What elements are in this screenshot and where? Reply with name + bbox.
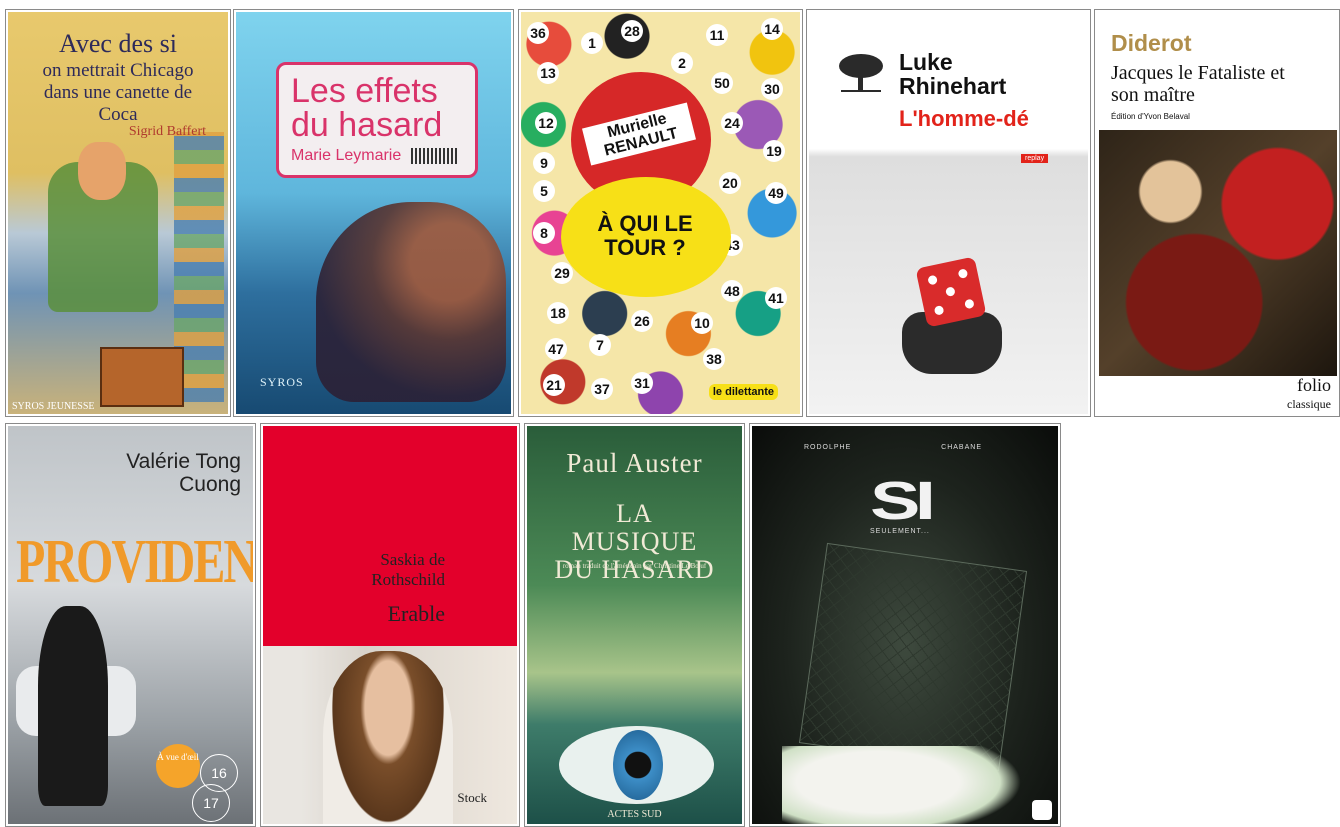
book-cover-la-musique-du-hasard[interactable]: Paul Auster LA MUSIQUE DU HASARD roman t… — [524, 423, 745, 827]
lottery-ball-number: 47 — [545, 338, 567, 360]
book-cover-jacques-le-fataliste[interactable]: Diderot Jacques le Fataliste et son maît… — [1094, 9, 1340, 417]
lottery-ball-number: 38 — [703, 348, 725, 370]
collection-badge: À vue d'œil — [156, 744, 200, 788]
lottery-ball-number: 31 — [631, 372, 653, 394]
book-cover-a-qui-le-tour[interactable]: 36 1 28 2 11 14 13 50 30 12 24 19 9 20 49 5 8 43 29 48 41 18 2… — [518, 9, 803, 417]
replay-badge: replay — [1021, 154, 1049, 163]
lottery-ball-number: 24 — [721, 112, 743, 134]
lottery-ball-number: 50 — [711, 72, 733, 94]
book-publisher: SYROS — [260, 375, 304, 389]
book-title: L'homme-dé — [899, 106, 1029, 131]
book-author: Paul Auster — [566, 448, 703, 478]
number-badge-17: 17 — [192, 784, 230, 822]
lottery-ball-number: 26 — [631, 310, 653, 332]
lottery-ball-number: 2 — [671, 52, 693, 74]
dice-icon — [915, 256, 987, 328]
woman-photo — [38, 606, 108, 806]
tree-icon — [839, 54, 883, 92]
book-author: Valérie Tong Cuong — [126, 450, 241, 496]
book-translation: roman traduit de l'américain par Christi… — [562, 562, 707, 570]
lottery-ball-number: 28 — [621, 20, 643, 42]
book-publisher: ACTES SUD — [607, 809, 662, 820]
book-author-1: RODOLPHE — [804, 444, 852, 451]
book-title: À QUI LE TOUR ? — [597, 211, 693, 260]
painting-illustration — [1099, 130, 1337, 376]
book-publisher: le dilettante — [708, 384, 778, 400]
book-title: LA MUSIQUE DU HASARD — [554, 499, 715, 584]
lottery-ball-number: 30 — [761, 78, 783, 100]
series-logo: folio — [1297, 375, 1331, 395]
lottery-ball-number: 20 — [719, 172, 741, 194]
lottery-ball-number: 9 — [533, 152, 555, 174]
lottery-ball-number: 37 — [591, 378, 613, 400]
lottery-ball-number: 48 — [721, 280, 743, 302]
lottery-ball-number: 13 — [537, 62, 559, 84]
lottery-ball-number: 41 — [765, 287, 787, 309]
book-subtitle: SEULEMENT... — [870, 528, 930, 535]
lottery-ball-number: 10 — [691, 312, 713, 334]
book-cover-les-effets-du-hasard[interactable]: Les effets du hasard Marie Leymarie SYRO… — [233, 9, 514, 417]
lottery-ball-number: 7 — [589, 334, 611, 356]
book-author: Luke Rhinehart — [899, 49, 1007, 99]
lottery-ball-number: 12 — [535, 112, 557, 134]
lottery-ball-number: 8 — [533, 222, 555, 244]
lottery-ball-number: 49 — [765, 182, 787, 204]
book-title: Jacques le Fataliste et son maître — [1111, 62, 1285, 106]
book-title: Erable — [387, 601, 445, 626]
building-illustration — [798, 542, 1028, 772]
boy-head-illustration — [78, 142, 126, 200]
lottery-ball-number: 29 — [551, 262, 573, 284]
lottery-ball-number: 36 — [527, 22, 549, 44]
book-author: Marie Leymarie — [291, 147, 402, 164]
woman-photo — [323, 651, 453, 824]
lottery-ball-number: 5 — [533, 180, 555, 202]
bed-illustration — [782, 746, 1022, 824]
book-cover-providence[interactable]: Valérie Tong Cuong PROVIDENCE À vue d'œi… — [5, 423, 256, 827]
book-title: PROVIDENCE — [16, 527, 253, 597]
book-author-2: CHABANE — [941, 444, 982, 451]
book-publisher: Stock — [457, 790, 487, 805]
book-publisher: SYROS JEUNESSE — [12, 401, 95, 412]
book-edition: Édition d'Yvon Belaval — [1111, 112, 1190, 121]
book-cover-l-homme-de[interactable]: Luke Rhinehart L'homme-dé replay — [806, 9, 1091, 417]
series-subtitle: classique — [1287, 397, 1331, 411]
suitcase-illustration — [100, 347, 184, 407]
eye-iris — [613, 730, 663, 800]
book-cover-avec-des-si[interactable]: Avec des si on mettrait Chicago dans une… — [5, 9, 231, 417]
lottery-ball-number: 18 — [547, 302, 569, 324]
book-author: Sigrid Baffert — [128, 124, 206, 139]
book-author: Saskia de Rothschild — [371, 550, 445, 589]
publisher-logo-icon — [1032, 800, 1052, 820]
lottery-ball-number: 21 — [543, 374, 565, 396]
book-cover-erable[interactable]: Saskia de Rothschild Erable Stock — [260, 423, 520, 827]
book-title: SI — [870, 471, 936, 531]
girl-photo — [316, 202, 506, 402]
lottery-ball-number: 19 — [763, 140, 785, 162]
book-cover-si-seulement[interactable]: RODOLPHE CHABANE SI SEULEMENT... — [749, 423, 1061, 827]
lottery-ball-number: 1 — [581, 32, 603, 54]
lottery-ball-number: 14 — [761, 18, 783, 40]
book-subtitle: on mettrait Chicago dans une canette de … — [42, 60, 194, 125]
book-title: Les effets du hasard — [291, 72, 443, 144]
book-author: Diderot — [1111, 30, 1192, 56]
barcode-icon — [411, 148, 459, 164]
lottery-ball-number: 11 — [706, 24, 728, 46]
book-title: Avec des si — [59, 29, 177, 58]
